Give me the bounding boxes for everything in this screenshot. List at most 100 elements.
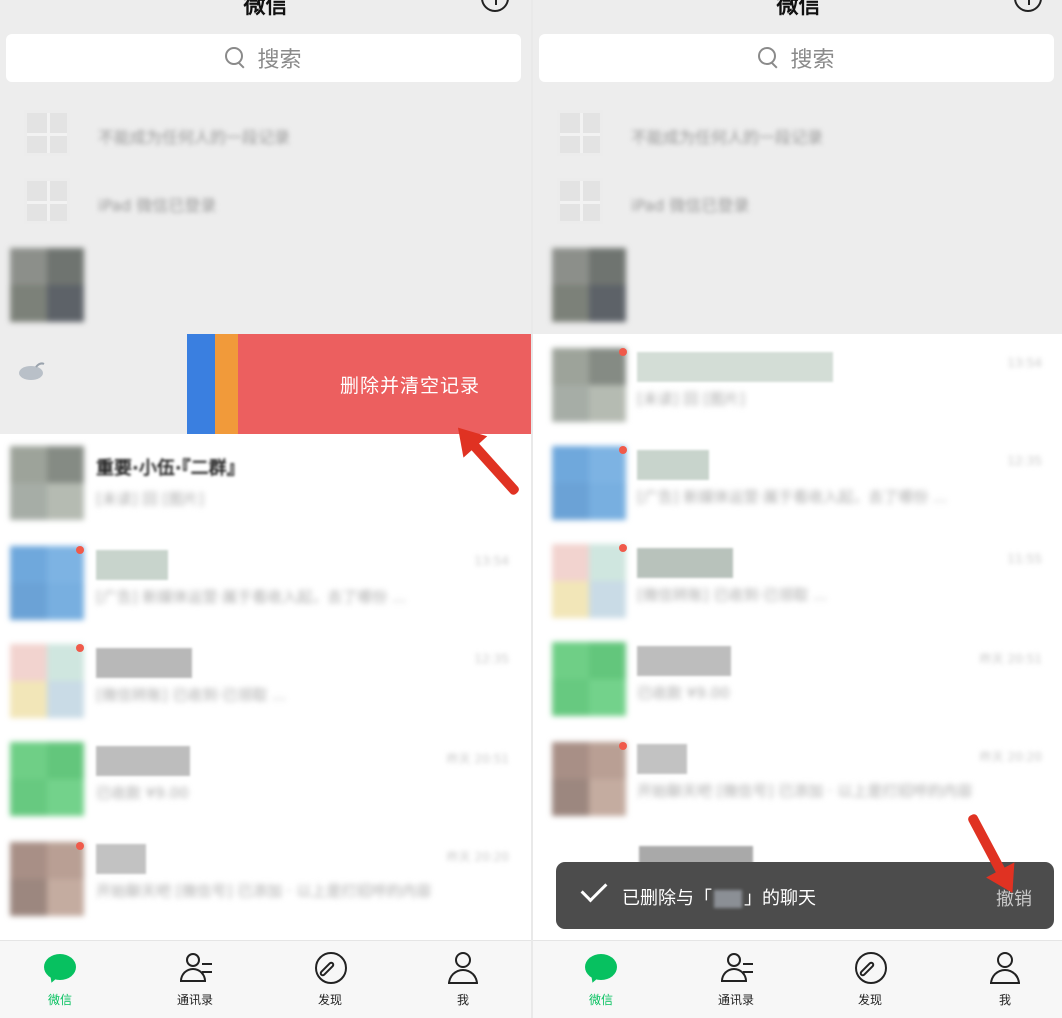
chat-preview: [广告] 新媒体运营·属于看收入起，去了哪份 ... (96, 588, 407, 606)
chat-name-blurred (96, 550, 168, 580)
discover-icon (312, 951, 348, 987)
contacts-icon (177, 951, 213, 987)
pinned-item-label: iPad 微信已登录 (98, 196, 217, 215)
tab-label: 我 (456, 993, 469, 1007)
chat-name-blurred (637, 744, 687, 774)
tab-discover[interactable]: 发现 (285, 951, 375, 1008)
redacted-name (714, 890, 742, 908)
chat-row[interactable]: 11:55 [微信转账] 已收到·已领取 ... (533, 530, 1062, 628)
avatar (552, 446, 626, 520)
unread-dot (76, 644, 84, 652)
avatar[interactable] (10, 248, 84, 322)
avatar (10, 742, 84, 816)
hide-action[interactable] (215, 334, 238, 434)
chat-preview: 已收款 ¥9.00 (96, 784, 189, 802)
tab-label: 我 (998, 993, 1011, 1007)
search-area: 搜索 (0, 28, 531, 98)
pinned-item[interactable]: 不能成为任何人的一段记录 (0, 102, 531, 168)
chat-name-blurred (96, 746, 190, 776)
avatar[interactable] (552, 248, 626, 322)
mark-unread-action[interactable] (187, 334, 215, 434)
unread-dot (76, 842, 84, 850)
chat-time: 昨天 20:51 (979, 652, 1042, 666)
avatar (10, 842, 84, 916)
search-input[interactable]: 搜索 (6, 34, 521, 82)
chat-preview: [未读] 回 [图片] (96, 490, 204, 508)
me-icon (445, 951, 481, 987)
tab-label: 通讯录 (176, 993, 213, 1007)
search-placeholder: 搜索 (790, 48, 835, 73)
unread-dot (619, 544, 627, 552)
nav-header: 微信 (0, 0, 531, 28)
unread-dot (619, 446, 627, 454)
grid-icon (557, 110, 603, 156)
tab-label: 发现 (857, 993, 882, 1007)
pinned-item-label: 不能成为任何人的一段记录 (98, 128, 291, 147)
search-area: 搜索 (533, 28, 1062, 98)
chat-time: 12:35 (1007, 454, 1042, 468)
tab-chats[interactable]: 微信 (556, 951, 646, 1008)
chat-row[interactable]: 13:54 [未读] 回 [图片] (533, 334, 1062, 432)
chat-name-blurred (637, 646, 731, 676)
grid-icon (24, 110, 70, 156)
search-input[interactable]: 搜索 (539, 34, 1054, 82)
discover-icon (852, 951, 888, 987)
chat-preview: 已收款 ¥9.00 (637, 684, 730, 702)
tab-discover[interactable]: 发现 (825, 951, 915, 1008)
chat-name-blurred (96, 648, 192, 678)
pinned-item[interactable]: iPad 微信已登录 (0, 170, 531, 236)
chat-icon (42, 951, 78, 987)
tab-contacts[interactable]: 通讯录 (691, 951, 781, 1008)
tab-contacts[interactable]: 通讯录 (150, 951, 240, 1008)
check-icon (580, 875, 608, 903)
chat-row[interactable]: 昨天 20:20 开始聊天吧 [微信号] 已添加 · 以上是打招呼的内容 (533, 726, 1062, 824)
pinned-item[interactable]: 不能成为任何人的一段记录 (533, 102, 1062, 168)
chat-name: 重要·小伍·『二群』 (96, 458, 245, 479)
avatar (552, 642, 626, 716)
tab-me[interactable]: 我 (418, 951, 508, 1008)
tab-bar: 微信 通讯录 发现 我 (533, 940, 1062, 1018)
chat-row[interactable]: 12:35 [广告] 新媒体运营·属于看收入起，去了哪份 ... (533, 432, 1062, 530)
me-icon (987, 951, 1023, 987)
swiped-chat-row[interactable]: 删除并清空记录 (0, 334, 531, 434)
search-icon (758, 47, 780, 69)
chat-row[interactable]: 昨天 20:20 开始聊天吧 [微信号] 已添加 · 以上是打招呼的内容 (0, 826, 531, 924)
avatar (10, 446, 84, 520)
chat-time: 昨天 20:51 (446, 752, 509, 766)
chat-preview: [广告] 新媒体运营·属于看收入起，去了哪份 ... (637, 488, 948, 506)
chat-preview: [未读] 回 [图片] (637, 390, 745, 408)
right-screen: 微信 搜索 不能成为任何人的一段记录 iPad 微信已登录 13:54 [未读]… (533, 0, 1062, 1018)
unread-dot (76, 546, 84, 554)
tab-me[interactable]: 我 (960, 951, 1050, 1008)
page-title: 微信 (776, 0, 821, 19)
chat-row[interactable]: 昨天 20:51 已收款 ¥9.00 (533, 628, 1062, 726)
chat-preview: [微信转账] 已收到·已领取 ... (96, 686, 287, 704)
chat-time: 昨天 20:20 (446, 850, 509, 864)
tab-label: 发现 (317, 993, 342, 1007)
page-title: 微信 (243, 0, 288, 19)
chat-row[interactable]: 13:54 [广告] 新媒体运营·属于看收入起，去了哪份 ... (0, 532, 531, 630)
unread-dot (619, 742, 627, 750)
chat-row[interactable]: 重要·小伍·『二群』 [未读] 回 [图片] (0, 434, 531, 532)
tab-bar: 微信 通讯录 发现 我 (0, 940, 531, 1018)
chat-row[interactable]: 12:35 [微信转账] 已收到·已领取 ... (0, 630, 531, 728)
deleted-toast: 已删除与「 」的聊天 撤销 (556, 862, 1054, 929)
chat-preview: 开始聊天吧 [微信号] 已添加 · 以上是打招呼的内容 (637, 782, 973, 800)
pinned-item-label: 不能成为任何人的一段记录 (631, 128, 824, 147)
chat-preview: 开始聊天吧 [微信号] 已添加 · 以上是打招呼的内容 (96, 882, 432, 900)
chat-time: 11:55 (1007, 552, 1042, 566)
toast-message: 已删除与「 」的聊天 (622, 888, 816, 909)
pinned-item[interactable]: iPad 微信已登录 (533, 170, 1062, 236)
chat-preview: [微信转账] 已收到·已领取 ... (637, 586, 828, 604)
tab-label: 微信 (47, 993, 72, 1007)
chat-name-blurred (637, 450, 709, 480)
unread-dot (619, 348, 627, 356)
tab-label: 微信 (588, 993, 613, 1007)
left-screen: 微信 搜索 不能成为任何人的一段记录 iPad 微信已登录 删除并清空记录 重要… (0, 0, 531, 1018)
chat-time: 13:54 (474, 554, 509, 568)
delete-clear-button[interactable]: 删除并清空记录 (238, 334, 531, 434)
tab-chats[interactable]: 微信 (15, 951, 105, 1008)
avatar (10, 644, 84, 718)
chat-row[interactable]: 昨天 20:51 已收款 ¥9.00 (0, 728, 531, 826)
chat-time: 昨天 20:20 (979, 750, 1042, 764)
